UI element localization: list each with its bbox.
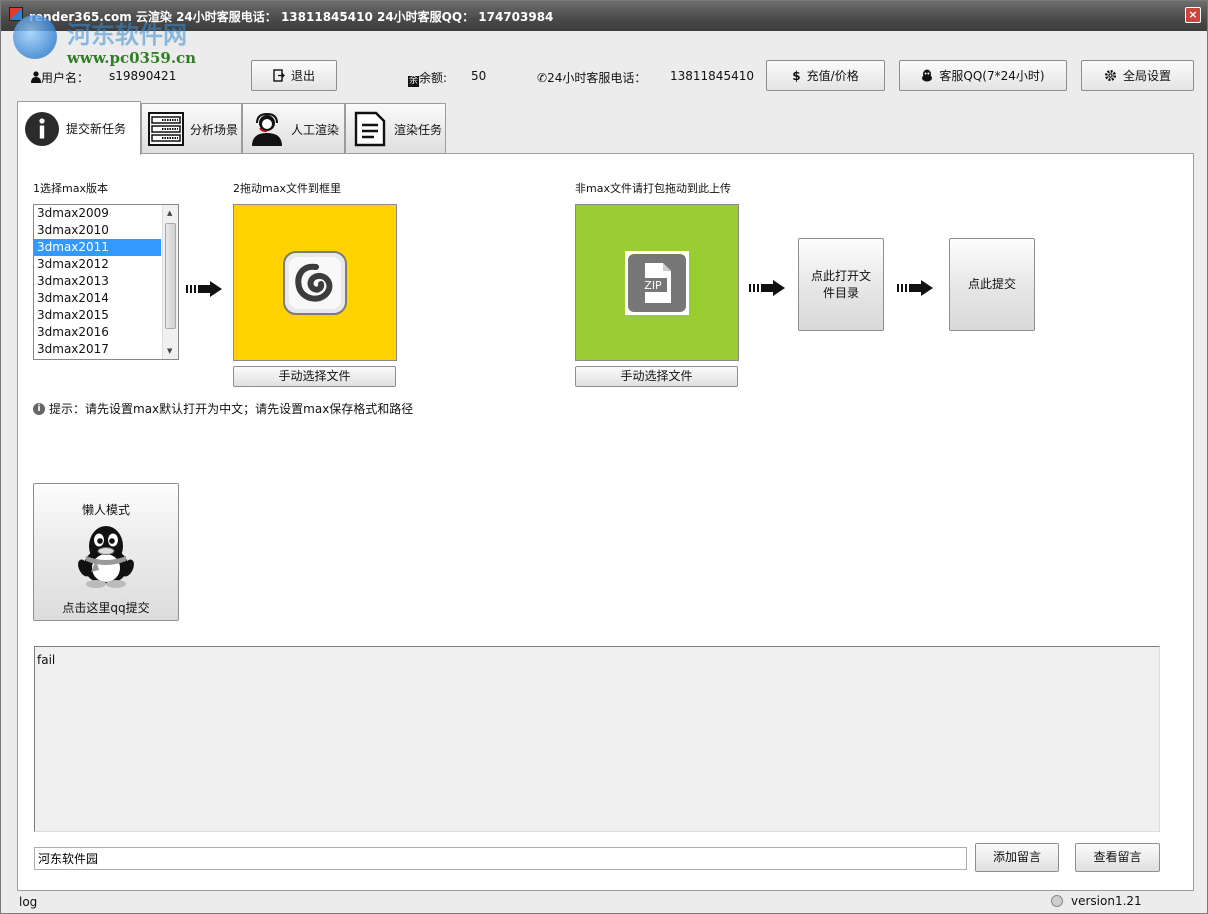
zip-file-icon: ZIP bbox=[625, 250, 689, 315]
arrow-right-icon bbox=[186, 281, 224, 301]
phone-label: ✆24小时客服电话： bbox=[537, 71, 647, 85]
scroll-up-arrow-icon[interactable]: ▲ bbox=[167, 209, 172, 217]
status-log-label: log bbox=[19, 895, 38, 909]
step1-label: 1选择max版本 bbox=[33, 182, 108, 195]
global-settings-button[interactable]: 全局设置 bbox=[1081, 60, 1194, 91]
logout-button[interactable]: 退出 bbox=[251, 60, 337, 91]
tab-submit-new-task[interactable]: 提交新任务 bbox=[17, 101, 141, 155]
account-info-row: 用户名： s19890421 退出 余余额: 50 ✆24小时客服电话： 138… bbox=[1, 59, 1207, 93]
user-value: s19890421 bbox=[109, 69, 177, 83]
step2-label: 2拖动max文件到框里 bbox=[233, 182, 341, 195]
customer-service-qq-button[interactable]: 客服QQ(7*24小时) bbox=[899, 60, 1067, 91]
view-messages-button[interactable]: 查看留言 bbox=[1075, 843, 1160, 872]
scroll-down-arrow-icon[interactable]: ▼ bbox=[167, 347, 172, 355]
version-list-item[interactable]: 3dmax2016 bbox=[34, 324, 161, 341]
status-bar: log version1.21 bbox=[1, 892, 1207, 913]
version-list-item[interactable]: 3dmax2013 bbox=[34, 273, 161, 290]
phone-icon: ✆ bbox=[537, 71, 548, 85]
version-list-scrollbar[interactable]: ▲ ▼ bbox=[162, 205, 178, 359]
document-list-icon bbox=[352, 111, 388, 147]
message-input[interactable] bbox=[34, 847, 967, 870]
version-list: 3dmax2009 3dmax2010 3dmax2011 3dmax2012 3dma… bbox=[34, 205, 178, 358]
title-bar: render365.com 云渲染 24小时客服电话： 13811845410 … bbox=[1, 1, 1207, 31]
arrow-right-icon bbox=[897, 280, 935, 300]
window-title: render365.com 云渲染 24小时客服电话： 13811845410 … bbox=[29, 10, 554, 24]
manual-select-max-file-button[interactable]: 手动选择文件 bbox=[233, 366, 396, 387]
submit-task-panel: 1选择max版本 2拖动max文件到框里 非max文件请打包拖动到此上传 3dm… bbox=[17, 153, 1194, 891]
version-list-item[interactable]: 3dmax2015 bbox=[34, 307, 161, 324]
app-icon bbox=[9, 7, 23, 21]
gear-icon bbox=[1104, 70, 1116, 81]
lazy-mode-subtitle: 点击这里qq提交 bbox=[62, 601, 150, 615]
user-label: 用户名： bbox=[31, 69, 89, 86]
dollar-icon: $ bbox=[792, 68, 801, 83]
hint-text: i 提示：请先设置max默认打开为中文；请先设置max保存格式和路径 bbox=[33, 400, 413, 417]
zip-text: ZIP bbox=[644, 279, 662, 292]
info-icon bbox=[24, 111, 60, 147]
tab-manual-render[interactable]: 人工渲染 bbox=[242, 103, 345, 154]
add-message-button[interactable]: 添加留言 bbox=[975, 843, 1059, 872]
version-text: version1.21 bbox=[1071, 894, 1142, 908]
version-list-item[interactable]: 3dmax2009 bbox=[34, 205, 161, 222]
version-list-item[interactable]: 3dmax2011 bbox=[34, 239, 161, 256]
server-icon bbox=[148, 111, 184, 147]
close-button[interactable]: × bbox=[1185, 7, 1201, 23]
version-list-item[interactable]: 3dmax2017 bbox=[34, 341, 161, 358]
balance-label: 余余额: bbox=[408, 71, 448, 87]
tab-analyze-scene[interactable]: 分析场景 bbox=[141, 103, 242, 154]
open-file-directory-button[interactable]: 点此打开文件目录 bbox=[798, 238, 884, 331]
tab-render-tasks[interactable]: 渲染任务 bbox=[345, 103, 446, 154]
phone-value: 13811845410 bbox=[670, 69, 754, 83]
log-output-area[interactable]: fail bbox=[34, 646, 1160, 832]
log-text: fail bbox=[37, 653, 56, 667]
app-window: render365.com 云渲染 24小时客服电话： 13811845410 … bbox=[0, 0, 1208, 914]
recharge-button[interactable]: $ 充值/价格 bbox=[766, 60, 885, 91]
3dsmax-logo-icon bbox=[283, 250, 347, 315]
non-max-label: 非max文件请打包拖动到此上传 bbox=[575, 182, 731, 195]
logout-icon bbox=[273, 69, 285, 82]
support-agent-icon bbox=[249, 111, 285, 147]
balance-icon: 余 bbox=[408, 76, 419, 87]
status-dot-icon bbox=[1051, 895, 1063, 907]
lazy-mode-title: 懒人模式 bbox=[81, 503, 130, 517]
user-icon bbox=[31, 71, 41, 83]
arrow-right-icon bbox=[749, 280, 787, 300]
max-file-drop-zone[interactable] bbox=[233, 204, 397, 361]
version-list-item[interactable]: 3dmax2012 bbox=[34, 256, 161, 273]
version-list-item[interactable]: 3dmax2014 bbox=[34, 290, 161, 307]
balance-value: 50 bbox=[471, 69, 487, 83]
info-small-icon: i bbox=[33, 402, 45, 415]
lazy-mode-qq-submit-button[interactable]: 懒人模式 点击这里qq提交 bbox=[33, 483, 179, 621]
scroll-thumb[interactable] bbox=[165, 223, 176, 329]
version-indicator: version1.21 bbox=[1051, 894, 1142, 908]
qq-penguin-icon bbox=[78, 526, 134, 588]
max-version-listbox[interactable]: 3dmax2009 3dmax2010 3dmax2011 3dmax2012 3dma… bbox=[33, 204, 179, 360]
submit-button[interactable]: 点此提交 bbox=[949, 238, 1035, 331]
manual-select-zip-file-button[interactable]: 手动选择文件 bbox=[575, 366, 738, 387]
version-list-item[interactable]: 3dmax2010 bbox=[34, 222, 161, 239]
qq-penguin-icon bbox=[922, 69, 933, 82]
zip-file-drop-zone[interactable]: ZIP bbox=[575, 204, 739, 361]
